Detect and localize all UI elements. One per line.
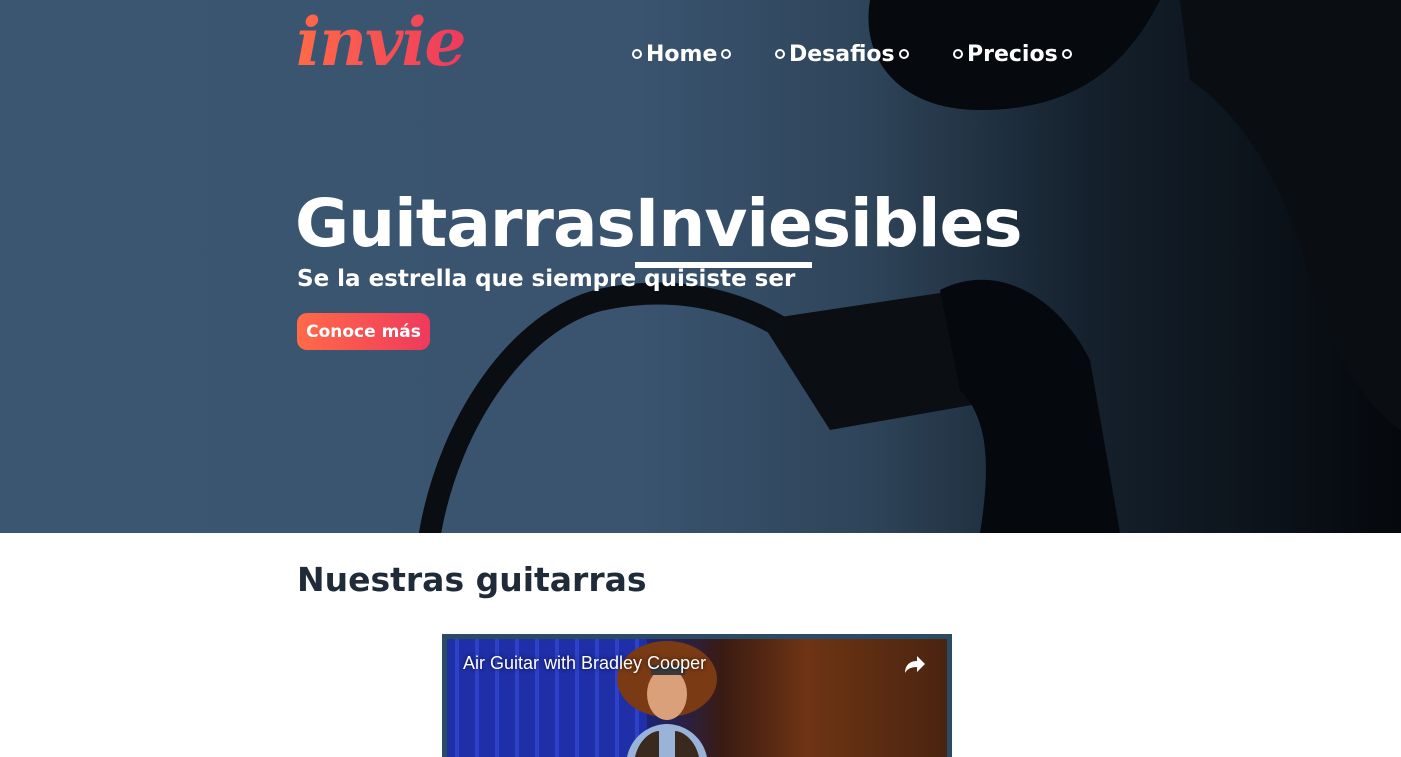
nav-home-label: Home — [646, 41, 718, 67]
nav-precios-label: Precios — [967, 41, 1058, 67]
hero-title: GuitarrasInviesibles — [295, 180, 1023, 268]
video-embed[interactable]: Air Guitar with Bradley Cooper — [442, 634, 952, 757]
share-arrow-icon[interactable] — [903, 653, 927, 675]
nav-bullet-icon — [775, 49, 785, 59]
video-title: Air Guitar with Bradley Cooper — [463, 653, 707, 673]
nav-desafios-link[interactable]: Desafios — [771, 38, 913, 70]
nav-precios-link[interactable]: Precios — [949, 38, 1076, 70]
invie-logo[interactable]: invie — [296, 6, 466, 78]
hero-subtitle: Se la estrella que siempre quisiste ser — [297, 266, 796, 292]
section-title: Nuestras guitarras — [297, 560, 647, 599]
nav-home-link[interactable]: Home — [628, 38, 735, 70]
nav-bullet-icon — [1061, 49, 1072, 59]
hero-title-highlight: Invie — [634, 185, 813, 268]
video-player[interactable]: Air Guitar with Bradley Cooper — [447, 639, 947, 757]
hero-title-part1: Guitarras — [295, 185, 636, 262]
nav-desafios-label: Desafios — [789, 41, 895, 67]
nav-bullet-icon — [721, 49, 732, 59]
conoce-mas-button[interactable]: Conoce más — [297, 313, 430, 350]
nav-bullet-icon — [953, 49, 963, 59]
nav-bullet-icon — [898, 49, 909, 59]
hero-title-part3: sibles — [811, 185, 1023, 262]
hero-banner: invie Home Desafios Precios GuitarrasInv… — [0, 0, 1401, 533]
nav-bullet-icon — [632, 49, 642, 59]
